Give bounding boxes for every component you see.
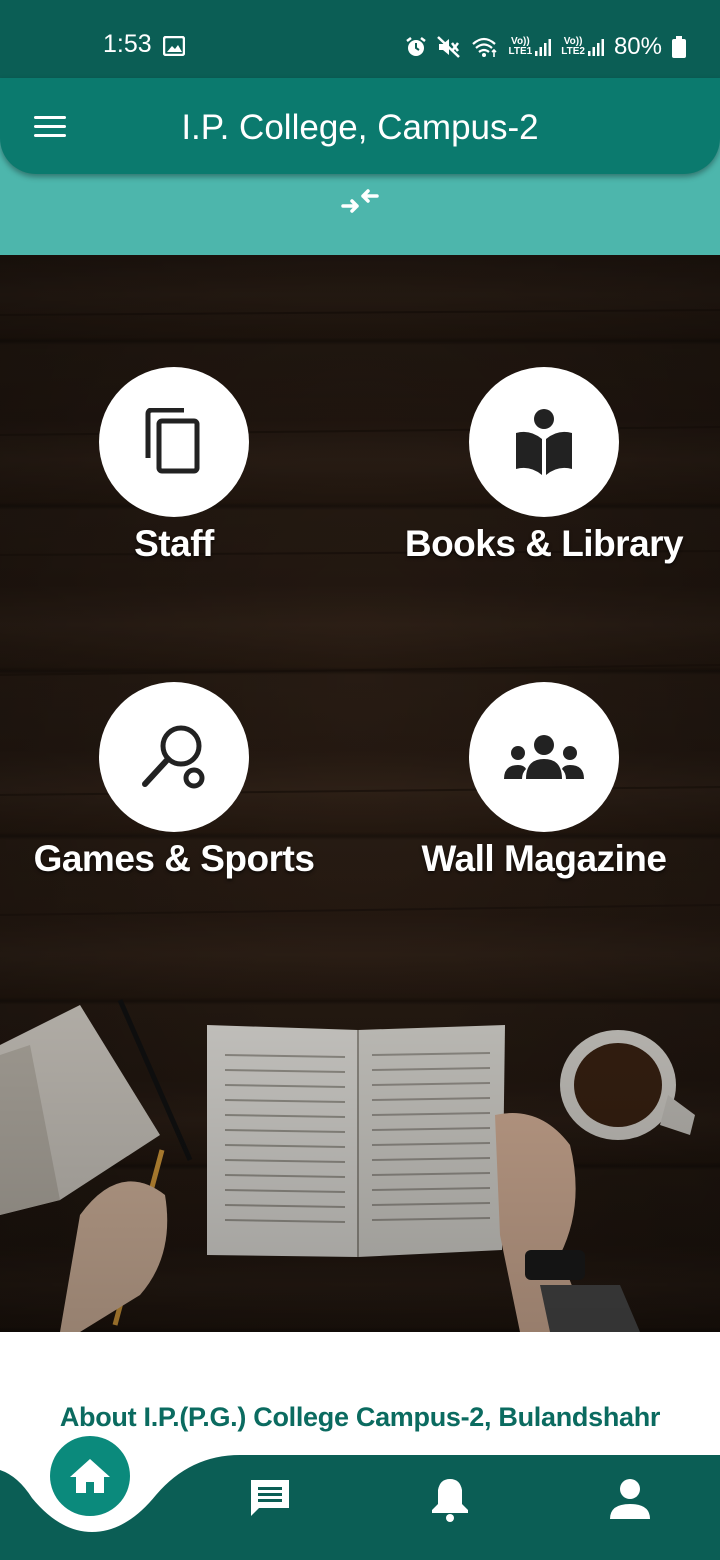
profile-button[interactable] [605, 1474, 655, 1524]
racket-ball-icon [142, 725, 205, 789]
collapse-arrows-icon[interactable] [341, 186, 379, 216]
profile-icon [610, 1479, 650, 1519]
mute-icon [436, 36, 460, 58]
tile-circle [99, 367, 249, 517]
home-button[interactable] [50, 1436, 130, 1516]
status-time: 1:53 [103, 30, 152, 58]
copy-icon [145, 408, 200, 474]
battery-percent: 80% [613, 33, 662, 60]
tile-books-library[interactable]: Books & Library [374, 367, 714, 565]
page-title: I.P. College, Campus-2 [181, 108, 539, 147]
about-heading[interactable]: About I.P.(P.G.) College Campus-2, Bulan… [0, 1402, 720, 1433]
gallery-notification-icon [163, 36, 185, 56]
tile-wall-magazine[interactable]: Wall Magazine [374, 682, 714, 880]
tile-label: Staff [134, 523, 214, 564]
signal-icon [535, 39, 552, 56]
group-icon [504, 735, 584, 779]
notifications-button[interactable] [425, 1474, 475, 1524]
lte1-indicator: Vo)) LTE1 [509, 37, 552, 57]
wifi-icon [471, 37, 497, 57]
tile-circle [469, 367, 619, 517]
tile-games-sports[interactable]: Games & Sports [4, 682, 344, 880]
tile-circle [469, 682, 619, 832]
tile-staff[interactable]: Staff [4, 367, 344, 565]
chat-button[interactable] [245, 1474, 295, 1524]
tile-label: Games & Sports [33, 838, 315, 879]
status-bar: 1:53 Vo)) LTE1 Vo)) LTE2 80% [0, 0, 720, 78]
home-icon [70, 1459, 110, 1493]
lte2-indicator: Vo)) LTE2 [561, 37, 604, 57]
app-bar: I.P. College, Campus-2 [0, 78, 720, 174]
signal-icon [587, 39, 604, 56]
book-reader-icon [516, 409, 572, 475]
battery-icon [672, 36, 686, 58]
tile-circle [99, 682, 249, 832]
alarm-icon [405, 37, 426, 56]
chat-icon [251, 1480, 289, 1516]
bell-icon [432, 1479, 468, 1522]
tile-label: Books & Library [404, 523, 684, 564]
status-icons: Vo)) LTE1 Vo)) LTE2 80% [405, 30, 686, 64]
tile-label: Wall Magazine [421, 838, 667, 879]
